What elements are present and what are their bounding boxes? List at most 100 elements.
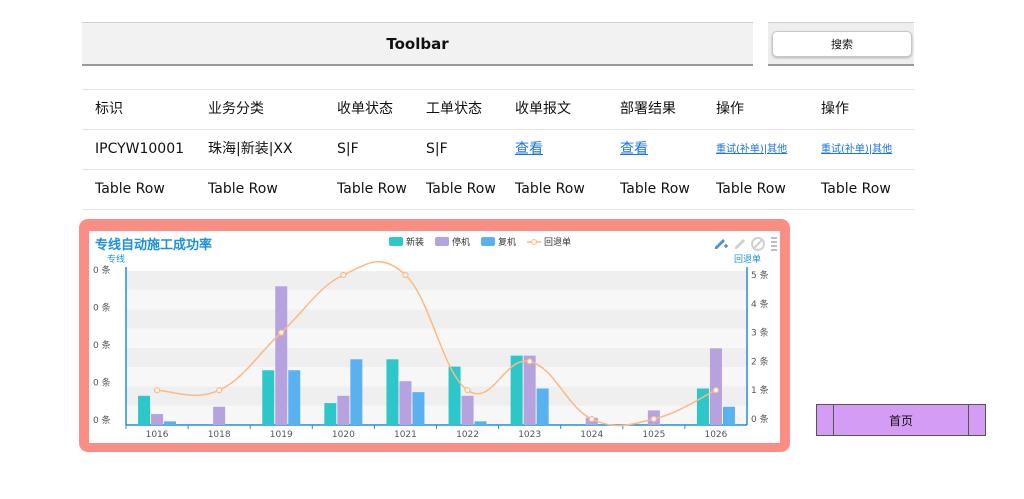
bar xyxy=(262,370,275,425)
legend-swatch xyxy=(481,237,495,246)
y2-tick-label: 5 条 xyxy=(751,269,769,281)
x-tick-label: 1016 xyxy=(146,430,169,440)
table-cell: Table Row xyxy=(426,181,496,197)
bar xyxy=(164,421,177,425)
bar xyxy=(275,286,288,425)
column-header: 收单报文 xyxy=(515,101,571,117)
grid-band xyxy=(126,271,747,291)
column-header: 操作 xyxy=(716,101,744,117)
pencil-icon[interactable] xyxy=(735,239,745,249)
x-tick-label: 1026 xyxy=(704,430,727,440)
y2-axis-label: 回退单 xyxy=(734,253,761,265)
line-point xyxy=(588,415,595,423)
bar xyxy=(399,381,412,425)
grid-band xyxy=(126,290,747,310)
home-button[interactable]: 首页 xyxy=(816,404,986,436)
data-table: 标识 业务分类 收单状态 工单状态 收单报文 部署结果 操作 操作 IPCYW1… xyxy=(82,89,914,210)
column-header: 标识 xyxy=(95,101,123,117)
y2-tick-label: 2 条 xyxy=(751,355,769,367)
menu-icon[interactable] xyxy=(771,237,777,251)
x-tick-label: 1019 xyxy=(270,430,293,440)
table-cell: Table Row xyxy=(515,181,585,197)
bar xyxy=(151,414,164,425)
table-cell: Table Row xyxy=(821,181,891,197)
y2-tick-label: 0 条 xyxy=(751,413,769,425)
bar xyxy=(722,406,735,425)
bar xyxy=(138,395,151,425)
grid-band xyxy=(126,348,747,368)
x-tick-label: 1020 xyxy=(332,430,355,440)
bar xyxy=(696,388,709,425)
table-cell: Table Row xyxy=(716,181,786,197)
y2-tick-label: 1 条 xyxy=(751,384,769,396)
chart-legend: 新装 停机 复机 回退单 xyxy=(389,236,571,248)
chart-area: 专线自动施工成功率 专线 回退单 新装 停机 复机 回退单 0 条 0 条 0 … xyxy=(89,231,780,443)
line-point xyxy=(153,387,161,394)
column-header: 业务分类 xyxy=(208,101,264,117)
line-point xyxy=(526,358,533,365)
grid-band xyxy=(126,328,747,348)
bar xyxy=(709,348,722,425)
chart-toolbox xyxy=(715,237,777,251)
table-cell: Table Row xyxy=(337,181,407,197)
table-header-row: 标识 业务分类 收单状态 工单状态 收单报文 部署结果 操作 操作 xyxy=(82,89,914,129)
block-icon[interactable] xyxy=(751,237,765,251)
retry-action-link[interactable]: 重试(补单)|其他 xyxy=(716,130,787,169)
retry-action-link[interactable]: 重试(补单)|其他 xyxy=(821,130,892,169)
grid-band xyxy=(126,367,747,387)
view-deploy-result-link[interactable]: 查看 xyxy=(620,130,648,169)
toolbar: Toolbar xyxy=(82,22,753,66)
legend-swatch xyxy=(435,237,449,246)
column-header: 部署结果 xyxy=(620,101,676,117)
bar xyxy=(288,370,301,425)
legend-label: 停机 xyxy=(452,236,470,248)
y-tick-label: 0 条 xyxy=(93,339,111,351)
column-header: 收单状态 xyxy=(337,101,393,117)
success-rate-chart: 专线自动施工成功率 专线 回退单 新装 停机 复机 回退单 0 条0 条0 条0… xyxy=(93,236,777,440)
legend-label: 回退单 xyxy=(544,236,571,248)
x-tick-label: 1018 xyxy=(208,430,231,440)
view-message-link[interactable]: 查看 xyxy=(515,130,543,169)
bar xyxy=(461,395,474,425)
bar xyxy=(213,406,226,425)
chart-title: 专线自动施工成功率 xyxy=(95,237,212,253)
search-button[interactable]: 搜索 xyxy=(772,31,912,57)
table-cell: 珠海|新装|XX xyxy=(208,141,293,157)
column-header: 操作 xyxy=(821,101,849,117)
bar xyxy=(536,388,549,425)
y-axis-label: 专线 xyxy=(107,253,125,265)
y2-tick-label: 3 条 xyxy=(751,327,769,339)
toolbar-title: Toolbar xyxy=(386,34,449,53)
line-point xyxy=(278,329,285,336)
bar xyxy=(523,355,536,425)
line-point xyxy=(340,271,347,279)
y-tick-label: 0 条 xyxy=(93,376,111,388)
legend-label: 新装 xyxy=(406,236,424,248)
table-cell: Table Row xyxy=(95,181,165,197)
table-cell: Table Row xyxy=(208,181,278,197)
line-point xyxy=(712,387,720,394)
table-cell: S|F xyxy=(426,141,448,157)
y2-tick-label: 4 条 xyxy=(751,298,769,310)
line-point xyxy=(464,387,471,394)
chart-panel: 专线自动施工成功率 专线 回退单 新装 停机 复机 回退单 0 条 0 条 0 … xyxy=(79,219,790,452)
bar xyxy=(474,421,487,425)
x-tick-label: 1023 xyxy=(518,430,541,440)
y-tick-label: 0 条 xyxy=(93,301,111,313)
x-tick-label: 1024 xyxy=(580,430,603,440)
x-tick-label: 1022 xyxy=(456,430,479,440)
bar xyxy=(412,392,425,425)
line-point xyxy=(650,415,657,423)
bar xyxy=(350,359,363,425)
x-tick-label: 1021 xyxy=(394,430,417,440)
bar xyxy=(337,395,350,425)
table-row: IPCYW10001 珠海|新装|XX S|F S|F 查看 查看 重试(补单)… xyxy=(82,129,914,169)
x-tick-label: 1025 xyxy=(642,430,665,440)
edit-icon[interactable] xyxy=(715,239,728,249)
legend-swatch xyxy=(531,239,537,245)
column-header: 工单状态 xyxy=(426,101,482,117)
table-cell: IPCYW10001 xyxy=(95,141,185,157)
bar xyxy=(324,403,337,425)
legend-swatch xyxy=(389,237,403,246)
table-cell: S|F xyxy=(337,141,359,157)
